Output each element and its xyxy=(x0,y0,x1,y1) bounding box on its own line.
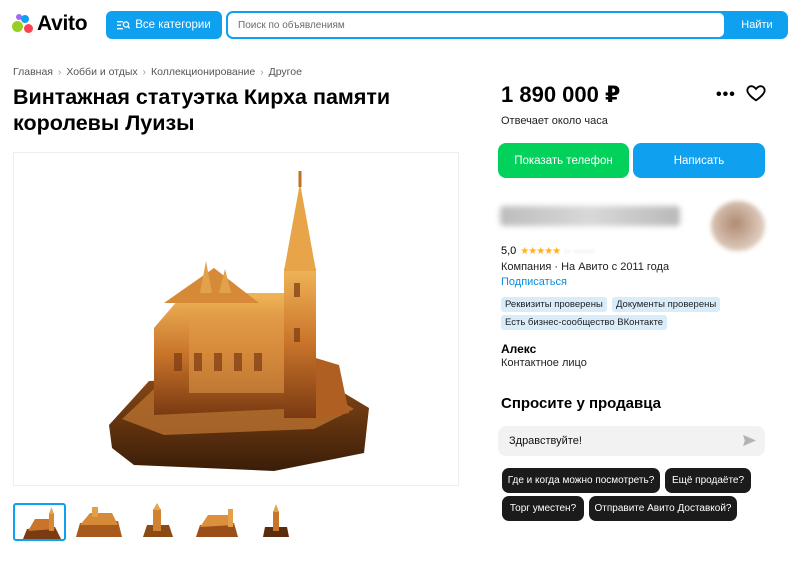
amber-church-image xyxy=(14,153,458,485)
reply-time: Отвечает около часа xyxy=(501,115,608,127)
message-input[interactable] xyxy=(498,426,728,456)
quick-question-chip[interactable]: Отправите Авито Доставкой? xyxy=(589,496,737,521)
thumbnail[interactable] xyxy=(13,503,66,541)
thumbnail[interactable] xyxy=(72,503,125,541)
avito-watermark: Avito xyxy=(344,459,381,476)
listing-title: Винтажная статуэтка Кирха памяти королев… xyxy=(13,85,391,135)
more-options-icon[interactable]: ••• xyxy=(716,86,736,104)
breadcrumb-item-hobby[interactable]: Хобби и отдых xyxy=(66,66,137,78)
star-icon: ★★★★★ xyxy=(520,245,561,257)
send-icon[interactable] xyxy=(743,434,756,447)
badge-documents-verified: Документы проверены xyxy=(612,297,721,312)
chevron-right-icon: › xyxy=(57,66,62,78)
reviews-count-blurred: ·· ······ xyxy=(564,245,596,257)
menu-search-icon xyxy=(117,21,131,30)
breadcrumb-item-other[interactable]: Другое xyxy=(269,66,302,78)
show-phone-button[interactable]: Показать телефон xyxy=(498,143,629,178)
ask-seller-title: Спросите у продавца xyxy=(501,395,661,412)
seller-name-blurred[interactable] xyxy=(500,206,680,226)
quick-question-chip[interactable]: Торг уместен? xyxy=(502,496,584,521)
breadcrumb-item-home[interactable]: Главная xyxy=(13,66,53,78)
seller-rating[interactable]: 5,0 ★★★★★ ·· ······ xyxy=(501,245,595,257)
search-input[interactable] xyxy=(228,13,724,37)
quick-question-chip[interactable]: Ещё продаёте? xyxy=(665,468,751,493)
all-categories-label: Все категории xyxy=(135,19,211,31)
thumbnail-strip xyxy=(13,503,302,541)
chevron-right-icon: › xyxy=(142,66,146,78)
breadcrumb: Главная › Хобби и отдых › Коллекциониров… xyxy=(13,66,302,78)
avito-logo-icon xyxy=(12,13,34,35)
seller-avatar[interactable] xyxy=(711,201,765,251)
chevron-right-icon: › xyxy=(260,66,264,78)
avito-logo[interactable]: Avito xyxy=(12,10,88,38)
all-categories-button[interactable]: Все категории xyxy=(106,11,222,39)
thumbnail[interactable] xyxy=(249,503,302,541)
contact-name: Алекс xyxy=(501,342,537,356)
main-photo[interactable]: Avito xyxy=(13,152,459,486)
quick-question-chip[interactable]: Где и когда можно посмотреть? xyxy=(502,468,660,493)
contact-role: Контактное лицо xyxy=(501,357,587,369)
thumbnail[interactable] xyxy=(131,503,184,541)
message-box xyxy=(498,426,765,456)
write-message-button[interactable]: Написать xyxy=(633,143,765,178)
badge-requisites-verified: Реквизиты проверены xyxy=(501,297,607,312)
seller-type: Компания · На Авито с 2011 года xyxy=(501,261,670,273)
subscribe-link[interactable]: Подписаться xyxy=(501,276,567,288)
heart-icon[interactable] xyxy=(745,82,767,104)
logo-text: Avito xyxy=(37,12,88,35)
rating-value: 5,0 xyxy=(501,245,517,257)
thumbnail[interactable] xyxy=(190,503,243,541)
breadcrumb-item-collecting[interactable]: Коллекционирование xyxy=(151,66,255,78)
search-button[interactable]: Найти xyxy=(726,11,788,39)
badge-vk-community: Есть бизнес-сообщество ВКонтакте xyxy=(501,315,668,330)
search-bar: Найти xyxy=(226,11,788,39)
price: 1 890 000 ₽ xyxy=(501,82,621,107)
